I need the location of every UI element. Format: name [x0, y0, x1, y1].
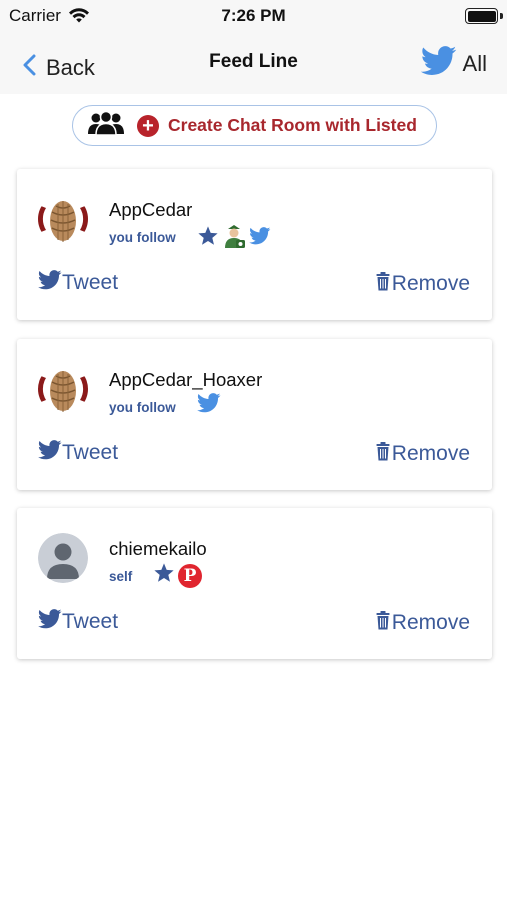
plus-circle-icon: + — [137, 114, 159, 137]
trash-icon — [376, 442, 390, 466]
avatar — [38, 364, 88, 414]
twitter-icon — [37, 440, 62, 465]
battery-icon — [465, 8, 498, 24]
feed-card: AppCedar_Hoaxer you follow Tweet Remove — [17, 339, 492, 490]
tweet-button[interactable]: Tweet — [37, 440, 119, 465]
badge-group: P — [153, 562, 202, 589]
relation-label: you follow — [109, 400, 176, 415]
star-icon — [153, 562, 175, 589]
all-label: All — [462, 50, 487, 76]
create-chat-room-button[interactable]: + Create Chat Room with Listed — [72, 105, 437, 146]
all-filter-button[interactable]: All — [420, 46, 487, 81]
agent-icon — [222, 223, 246, 254]
twitter-icon — [37, 270, 62, 295]
star-icon — [197, 225, 219, 252]
trash-icon — [376, 272, 390, 296]
remove-button[interactable]: Remove — [376, 272, 470, 296]
pinterest-icon: P — [178, 563, 202, 588]
badge-group — [196, 393, 221, 418]
twitter-icon — [196, 393, 221, 418]
feed-card: chiemekailo self P Tweet Remove — [17, 508, 492, 659]
twitter-icon — [420, 46, 457, 81]
status-bar: Carrier 7:26 PM — [0, 0, 507, 34]
tweet-label: Tweet — [62, 440, 119, 464]
tweet-label: Tweet — [62, 270, 119, 294]
remove-label: Remove — [391, 442, 470, 465]
tweet-label: Tweet — [62, 609, 119, 633]
tweet-button[interactable]: Tweet — [37, 270, 119, 295]
twitter-icon — [249, 227, 271, 250]
battery-tip — [500, 13, 503, 19]
remove-button[interactable]: Remove — [376, 442, 470, 466]
tweet-button[interactable]: Tweet — [37, 609, 119, 634]
trash-icon — [376, 611, 390, 635]
username: AppCedar_Hoaxer — [109, 369, 263, 390]
feed-card: AppCedar you follow Tweet Remove — [17, 169, 492, 320]
twitter-icon — [37, 609, 62, 634]
create-chat-room-label: Create Chat Room with Listed — [168, 115, 417, 135]
remove-button[interactable]: Remove — [376, 611, 470, 635]
relation-label: you follow — [109, 230, 176, 245]
group-icon — [87, 110, 125, 141]
remove-label: Remove — [391, 611, 470, 634]
nav-bar: Back Feed Line All — [0, 34, 507, 94]
username: chiemekailo — [109, 538, 207, 559]
clock: 7:26 PM — [221, 6, 286, 25]
avatar — [38, 194, 88, 244]
relation-label: self — [109, 569, 133, 584]
avatar — [38, 533, 88, 583]
badge-group — [197, 223, 271, 254]
username: AppCedar — [109, 199, 193, 220]
remove-label: Remove — [391, 272, 470, 295]
